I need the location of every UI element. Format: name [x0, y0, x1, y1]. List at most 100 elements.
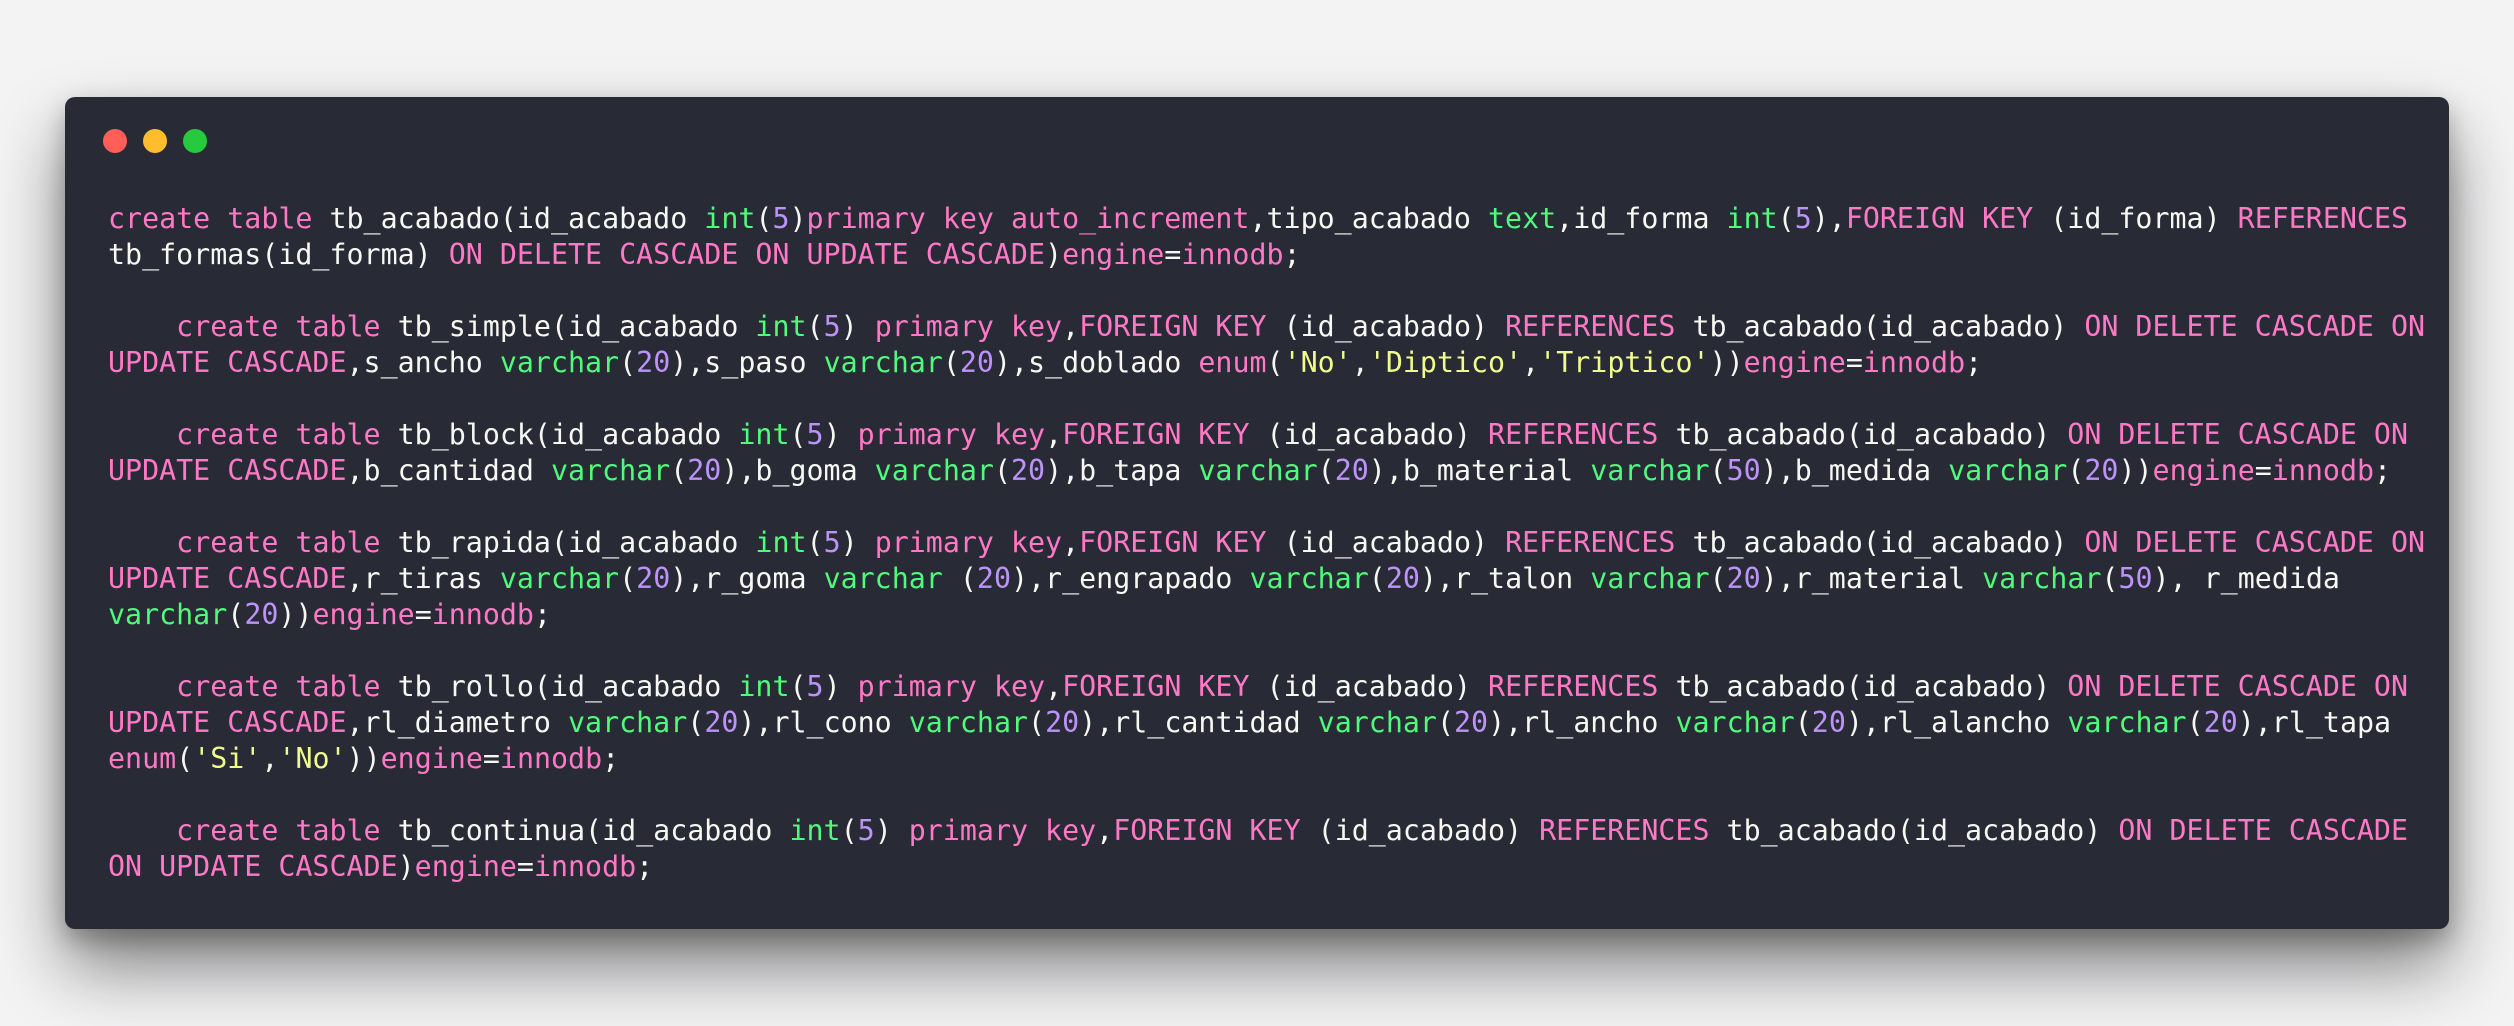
code-token: ), — [1811, 202, 1846, 235]
code-token: primary key — [874, 310, 1063, 343]
code-token: int — [1726, 202, 1778, 235]
code-token: , — [1062, 526, 1080, 559]
code-token: ON DELETE CASCADE ON — [2067, 418, 2409, 451]
code-token: , — [1351, 346, 1369, 379]
code-token: varchar — [1249, 562, 1369, 595]
code-token: tb_acabado(id_acabado) — [1658, 418, 2068, 451]
code-token: ( — [1794, 706, 1812, 739]
code-token: tb_simple(id_acabado — [397, 310, 756, 343]
code-token: ( — [840, 814, 858, 847]
code-token: 20 — [636, 346, 671, 379]
code-line: UPDATE CASCADE,r_tiras varchar(20),r_gom… — [108, 561, 2423, 597]
code-token: (id_forma) — [2033, 202, 2238, 235]
code-token: 20 — [1010, 454, 1046, 487]
code-token: , — [1096, 814, 1114, 847]
code-token: 20 — [1334, 454, 1369, 487]
code-line: UPDATE CASCADE,b_cantidad varchar(20),b_… — [108, 453, 2423, 489]
code-token: ( — [1709, 562, 1727, 595]
code-token: ,s_ancho — [346, 346, 500, 379]
code-token: UPDATE CASCADE — [108, 454, 347, 487]
code-line: UPDATE CASCADE,rl_diametro varchar(20),r… — [108, 705, 2423, 741]
code-token: ( — [227, 598, 245, 631]
code-token: ) — [397, 850, 415, 883]
code-token: ( — [687, 706, 705, 739]
code-token: 5 — [806, 670, 824, 703]
code-token: (id_acabado) — [1266, 526, 1506, 559]
code-token: ,id_forma — [1556, 202, 1727, 235]
code-token: ), r_medida — [2152, 562, 2340, 595]
code-token: REFERENCES — [1539, 814, 1710, 847]
code-token: int — [789, 814, 841, 847]
code-token: ),s_doblado — [993, 346, 1199, 379]
code-token: FOREIGN KEY — [1845, 202, 2034, 235]
code-token: create table — [176, 526, 398, 559]
code-token: ,b_cantidad — [346, 454, 551, 487]
code-token: ; — [636, 850, 654, 883]
code-token: (id_acabado) — [1249, 670, 1489, 703]
code-token: create table — [176, 670, 398, 703]
code-token: primary key — [857, 670, 1046, 703]
code-token: , — [1522, 346, 1540, 379]
code-token: ),r_talon — [1419, 562, 1591, 595]
code-token: 'Diptico' — [1368, 346, 1523, 379]
code-token: ( — [806, 310, 824, 343]
code-token: ( — [755, 202, 773, 235]
code-token: ( — [1709, 454, 1727, 487]
code-token: ( — [942, 562, 977, 595]
code-token: ) — [840, 526, 875, 559]
code-token: tb_block(id_acabado — [397, 418, 739, 451]
code-token: int — [738, 418, 790, 451]
code-token: innodb — [2271, 454, 2375, 487]
code-token: ),rl_alancho — [1845, 706, 2068, 739]
code-token: varchar — [1982, 562, 2102, 595]
code-token: 'Si' — [193, 742, 262, 775]
code-token: ) — [840, 310, 875, 343]
code-token: 20 — [244, 598, 279, 631]
code-token: tb_acabado(id_acabado — [329, 202, 705, 235]
code-token: 'Triptico' — [1539, 346, 1710, 379]
code-token: ON DELETE CASCADE ON UPDATE CASCADE — [448, 238, 1046, 271]
code-token: REFERENCES — [1505, 310, 1676, 343]
code-token: innodb — [1862, 346, 1966, 379]
code-token: ),b_material — [1368, 454, 1591, 487]
code-token: tb_acabado(id_acabado) — [1675, 526, 2085, 559]
code-token: 20 — [1811, 706, 1846, 739]
code-token: ; — [602, 742, 620, 775]
code-token: 20 — [704, 706, 739, 739]
code-token: FOREIGN KEY — [1062, 670, 1250, 703]
code-token: ON DELETE CASCADE ON — [2084, 526, 2426, 559]
code-token: ( — [789, 418, 807, 451]
code-token: ( — [670, 454, 688, 487]
code-token: engine — [2152, 454, 2255, 487]
code-token: ( — [1028, 706, 1046, 739]
code-token: 20 — [1045, 706, 1080, 739]
code-token: varchar — [823, 346, 943, 379]
code-token: create table — [176, 418, 398, 451]
code-token: 'No' — [1283, 346, 1352, 379]
code-line: create table tb_continua(id_acabado int(… — [108, 813, 2423, 849]
code-token: varchar — [1948, 454, 2068, 487]
code-token: varchar — [499, 346, 620, 379]
code-token: tb_acabado(id_acabado) — [1658, 670, 2068, 703]
code-token: 5 — [806, 418, 824, 451]
code-token: = — [1845, 346, 1863, 379]
code-token: ( — [1266, 346, 1284, 379]
code-token: ),r_goma — [670, 562, 824, 595]
code-token: varchar — [1317, 706, 1437, 739]
code-line: create table tb_simple(id_acabado int(5)… — [108, 309, 2425, 345]
code-token: ),r_engrapado — [1010, 562, 1250, 595]
code-token: 20 — [687, 454, 722, 487]
code-token: innodb — [1181, 238, 1284, 271]
code-line: create table tb_block(id_acabado int(5) … — [108, 417, 2423, 453]
code-token: ),rl_ancho — [1488, 706, 1676, 739]
code-token: ),b_medida — [1760, 454, 1949, 487]
code-token: )) — [1709, 346, 1744, 379]
code-token: varchar — [1198, 454, 1318, 487]
code-token: REFERENCES — [1488, 670, 1659, 703]
code-token: (id_acabado) — [1300, 814, 1540, 847]
code-token: ( — [619, 562, 637, 595]
